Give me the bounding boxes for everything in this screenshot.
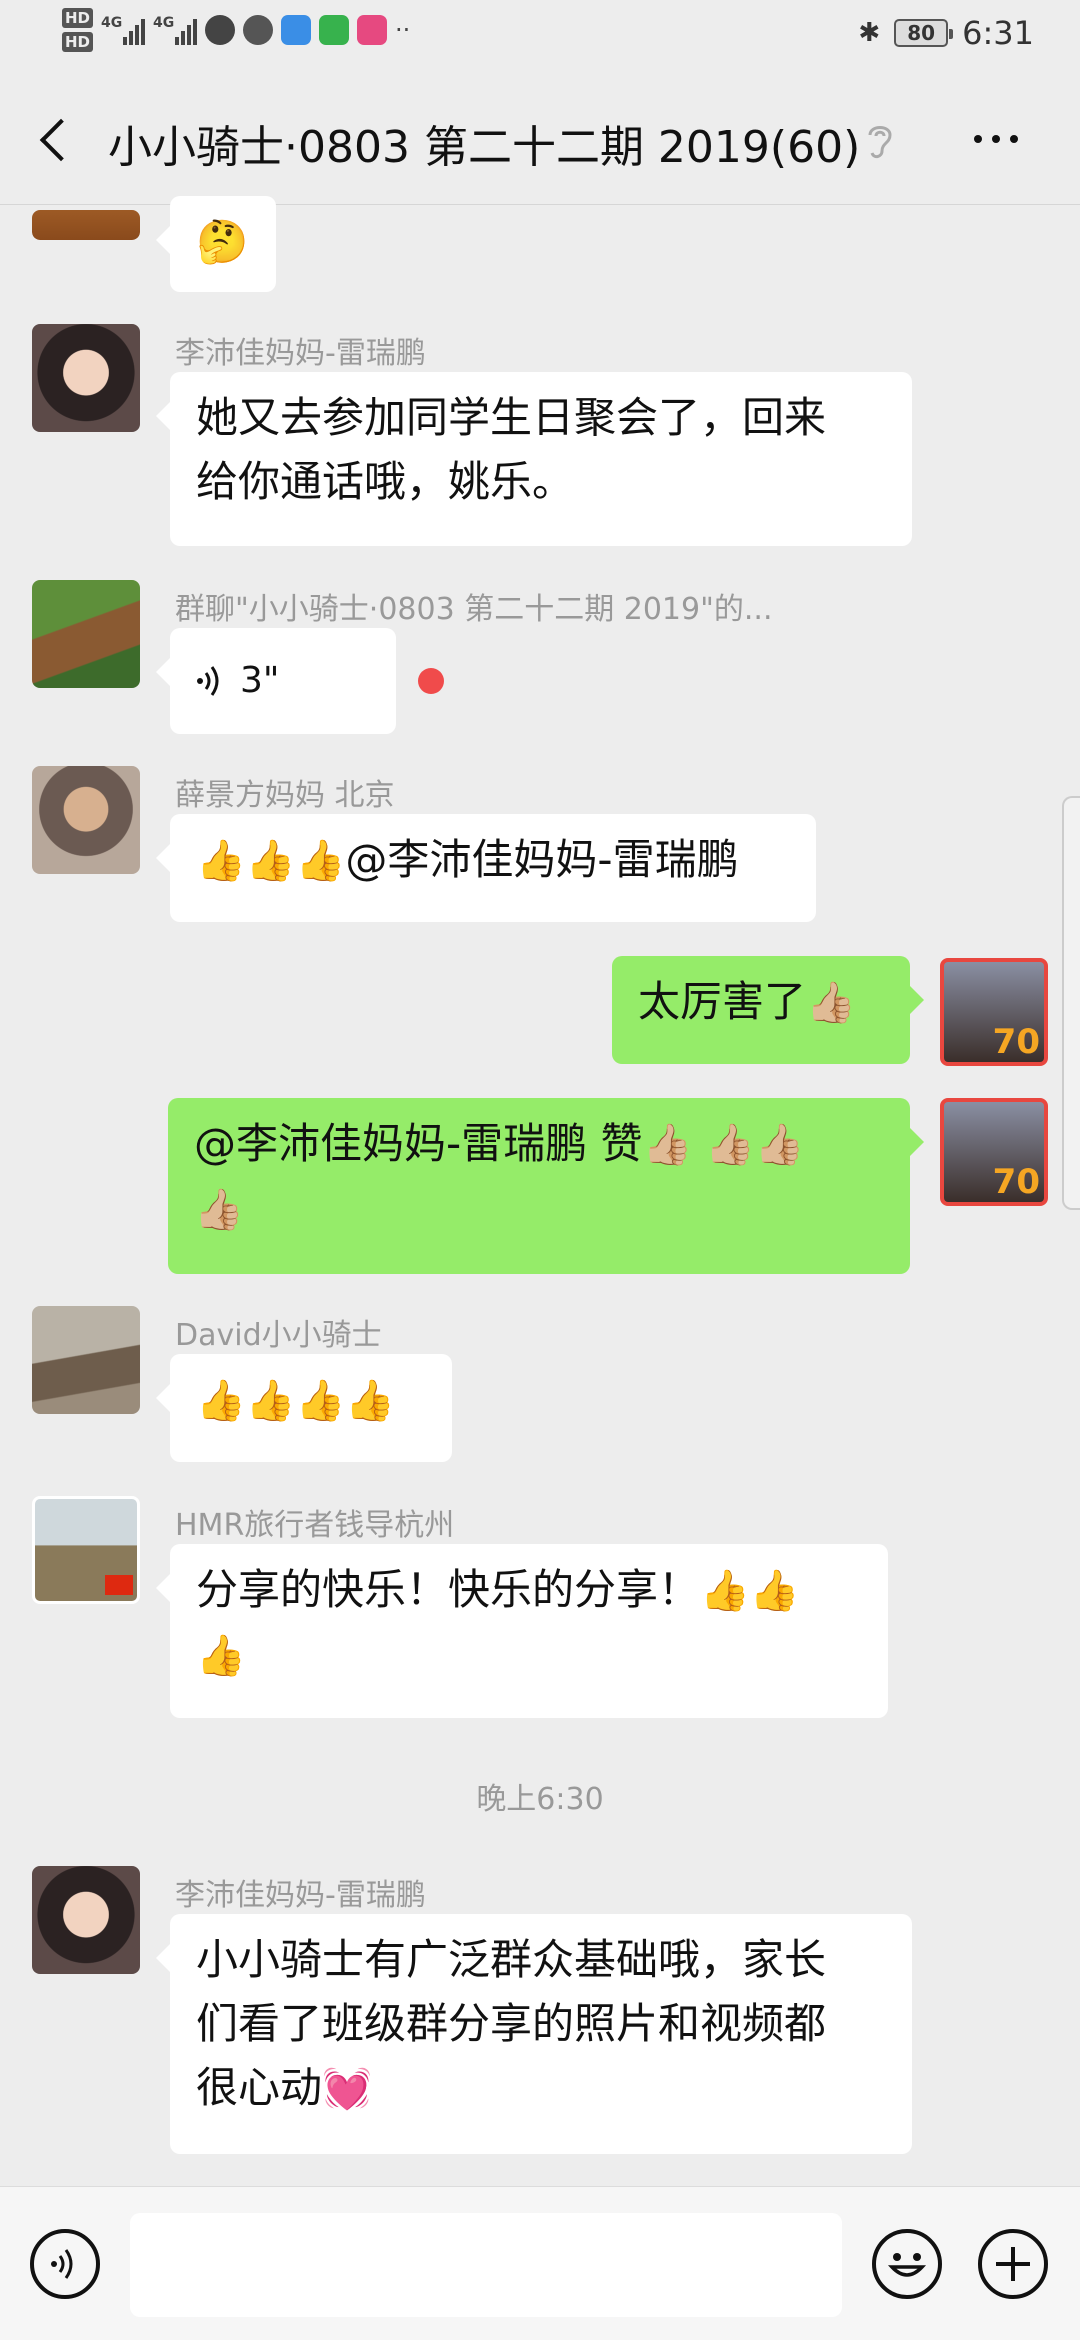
my-avatar[interactable]: 70 [940,1098,1048,1206]
add-plus-icon[interactable] [978,2229,1048,2299]
sender-name: 李沛佳妈妈-雷瑞鹏 [175,336,426,371]
sender-name: 李沛佳妈妈-雷瑞鹏 [175,1878,426,1913]
more-options-icon[interactable] [974,135,1018,143]
sender-name: 薛景方妈妈 北京 [175,778,395,813]
time-separator: 晚上6:30 [476,1782,604,1817]
message-text: 🤔 [196,217,249,266]
chat-title: 小小骑士·0803 第二十二期 2019(60) [108,122,861,173]
thumbs-up-emoji: 👍🏼 👍🏼👍🏼 [642,1122,805,1168]
scroll-handle[interactable] [1062,796,1080,1210]
avatar[interactable] [32,1306,140,1414]
message-input[interactable] [130,2213,842,2317]
more-notifications-icon: ·· [395,16,411,44]
sender-name: 群聊"小小骑士·0803 第二十二期 2019"的... [175,592,773,627]
message-text-line: 小小骑士有广泛群众基础哦，家长 [196,1935,827,1984]
bluetooth-icon: ✱ [858,18,881,48]
thumbs-up-emoji: 👍🏼 [194,1187,244,1233]
wechat-icon [243,15,274,45]
thumbs-up-emoji: 👍 [196,1633,246,1679]
thumbs-up-emoji: 👍🏼 [806,980,856,1026]
my-message-bubble[interactable]: 太厉害了👍🏼 [612,956,924,1064]
sender-name: David小小骑士 [175,1318,382,1353]
voice-duration: 3" [240,660,280,701]
earpiece-mode-icon [868,126,892,159]
globe-icon [205,15,236,45]
message-text: 太厉害了 [638,977,807,1026]
heart-emoji: 💓 [322,2066,372,2112]
thumbs-up-emoji: 👍👍👍 [196,838,346,884]
voice-input-icon[interactable] [30,2229,100,2299]
avatar[interactable] [32,1866,140,1974]
voice-wave-icon [197,666,219,696]
message-text: @李沛佳妈妈-雷瑞鹏 赞 [194,1119,643,1168]
app-icon-blue [281,15,312,45]
avatar[interactable] [32,1496,140,1604]
back-icon[interactable] [36,115,76,165]
flag-badge [105,1575,133,1595]
status-icons: HD HD 4G 4G ·· [62,8,410,52]
sender-name: HMR旅行者钱导杭州 [175,1508,455,1543]
message-text-line: 们看了班级群分享的照片和视频都 [196,1999,827,2048]
signal-icon-1: 4G [101,15,146,45]
thumbs-up-emoji: 👍👍 [700,1568,800,1614]
my-message-bubble[interactable]: @李沛佳妈妈-雷瑞鹏 赞👍🏼 👍🏼👍🏼 👍🏼 [168,1098,924,1274]
unread-voice-dot [418,668,444,694]
message-text: 分享的快乐！快乐的分享！ [196,1565,701,1614]
avatar-badge: 70 [992,1022,1040,1062]
my-avatar[interactable]: 70 [940,958,1048,1066]
message-bubble[interactable]: 👍👍👍@李沛佳妈妈-雷瑞鹏 [156,814,816,922]
mention-text: @李沛佳妈妈-雷瑞鹏 [345,835,739,884]
message-text-line: 很心动 [196,2063,323,2112]
message-bubble[interactable]: 🤔 [156,196,276,292]
clock: 6:31 [962,14,1034,52]
video-app-icon [319,15,350,45]
chat-header: 小小骑士·0803 第二十二期 2019(60) [0,75,1080,205]
avatar[interactable] [32,324,140,432]
message-bubble[interactable]: 分享的快乐！快乐的分享！👍👍 👍 [156,1544,888,1718]
avatar[interactable] [32,766,140,874]
emoji-icon[interactable] [872,2229,942,2299]
signal-icon-2: 4G [153,15,198,45]
hd-badge-1: HD [62,8,94,28]
message-bubble[interactable]: 👍👍👍👍 [156,1354,452,1462]
voice-wave-icon [51,2249,73,2279]
status-bar: HD HD 4G 4G ·· ✱ 80 6:31 [0,0,1080,75]
avatar-badge: 70 [992,1162,1040,1202]
thumbs-up-emoji: 👍👍👍👍 [196,1378,396,1424]
voice-message-bubble[interactable]: 3" [156,628,396,734]
message-bubble[interactable]: 小小骑士有广泛群众基础哦，家长 们看了班级群分享的照片和视频都 很心动💓 [156,1914,912,2154]
player-app-icon [357,15,388,45]
input-bar [0,2186,1080,2340]
avatar[interactable] [32,580,140,688]
hd-badge-2: HD [62,32,94,52]
message-bubble[interactable]: 她又去参加同学生日聚会了，回来 给你通话哦，姚乐。 [156,372,912,546]
message-text-line: 给你通话哦，姚乐。 [196,457,575,506]
message-text-line: 她又去参加同学生日聚会了，回来 [196,393,827,442]
battery-icon: 80 [894,19,954,47]
